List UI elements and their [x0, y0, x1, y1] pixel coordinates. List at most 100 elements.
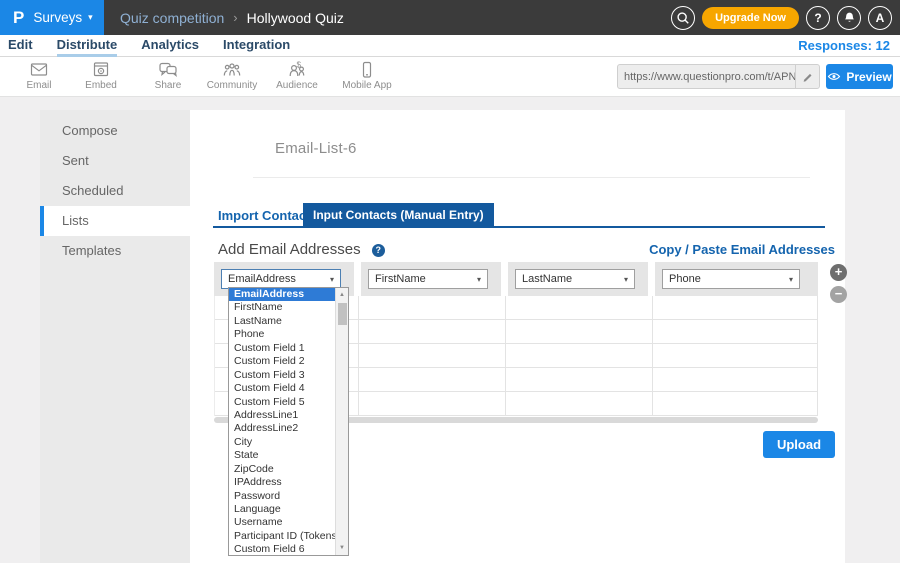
notifications-button[interactable] [837, 6, 861, 30]
add-row-button[interactable]: + [830, 264, 847, 281]
dropdown-option[interactable]: AddressLine1 [229, 409, 335, 422]
help-button[interactable]: ? [806, 6, 830, 30]
survey-url-field[interactable]: https://www.questionpro.com/t/APNrFZ [617, 64, 820, 89]
remove-row-button[interactable]: − [830, 286, 847, 303]
tool-label: Audience [276, 80, 318, 91]
dropdown-option[interactable]: Username [229, 516, 335, 529]
sidebar-item-templates[interactable]: Templates [40, 236, 190, 266]
copy-paste-email-link[interactable]: Copy / Paste Email Addresses [649, 242, 835, 257]
top-bar: P Surveys ▾ Quiz competition › Hollywood… [0, 0, 900, 35]
sidebar-item-sent[interactable]: Sent [40, 146, 190, 176]
dropdown-option[interactable]: Custom Field 5 [229, 396, 335, 409]
dropdown-option[interactable]: Custom Field 6 [229, 543, 335, 555]
dropdown-option[interactable]: Password [229, 490, 335, 503]
search-button[interactable] [671, 6, 695, 30]
dropdown-option[interactable]: Custom Field 3 [229, 369, 335, 382]
select-value: Phone [669, 273, 785, 285]
dropdown-option[interactable]: ZipCode [229, 463, 335, 476]
dropdown-option[interactable]: FirstName [229, 301, 335, 314]
column-select-email-address[interactable]: EmailAddress ▾ [221, 269, 341, 289]
dropdown-option[interactable]: Custom Field 4 [229, 382, 335, 395]
tab-input-contacts-manual[interactable]: Input Contacts (Manual Entry) [303, 203, 494, 228]
breadcrumb-parent[interactable]: Quiz competition [120, 10, 224, 26]
tool-label: Email [26, 80, 51, 91]
select-arrow-icon: ▾ [624, 275, 628, 284]
mobile-app-icon [357, 61, 377, 79]
share-icon [158, 61, 178, 79]
tool-label: Community [207, 80, 258, 91]
nav-item-distribute[interactable]: Distribute [57, 35, 118, 57]
column-gap [501, 262, 508, 296]
tool-community[interactable]: Community [201, 61, 263, 91]
product-menu[interactable]: P Surveys ▾ [0, 0, 104, 35]
nav-item-edit[interactable]: Edit [8, 35, 33, 57]
product-name: Surveys [33, 10, 82, 25]
nav-item-integration[interactable]: Integration [223, 35, 290, 57]
dropdown-option[interactable]: AddressLine2 [229, 422, 335, 435]
edit-url-button[interactable] [795, 65, 819, 88]
breadcrumb-current: Hollywood Quiz [247, 10, 344, 26]
community-icon [222, 61, 242, 79]
sidebar-item-compose[interactable]: Compose [40, 116, 190, 146]
dropdown-option[interactable]: Custom Field 1 [229, 342, 335, 355]
dropdown-option[interactable]: Participant ID (Tokens) [229, 530, 335, 543]
add-email-addresses-label: Add Email Addresses [218, 241, 361, 258]
account-avatar[interactable]: A [868, 6, 892, 30]
preview-button[interactable]: Preview [826, 64, 893, 89]
lists-panel: Email-List-6 Import Contacts Input Conta… [190, 110, 845, 563]
survey-url-text: https://www.questionpro.com/t/APNrFZ [618, 71, 795, 83]
audience-icon: $ [287, 61, 307, 79]
upload-button[interactable]: Upload [763, 431, 835, 458]
scroll-up-icon[interactable]: ▲ [336, 289, 348, 301]
breadcrumb-separator-icon: › [233, 10, 237, 25]
dropdown-option[interactable]: Language [229, 503, 335, 516]
column-select-phone[interactable]: Phone ▾ [662, 269, 800, 289]
section-title: Add Email Addresses ? [218, 241, 385, 258]
search-icon [676, 11, 690, 25]
email-sidebar: Compose Sent Scheduled Lists Templates [40, 110, 190, 563]
dropdown-scrollbar[interactable]: ▲ ▼ [335, 288, 348, 555]
select-arrow-icon: ▾ [330, 275, 334, 284]
sidebar-item-scheduled[interactable]: Scheduled [40, 176, 190, 206]
column-divider [358, 296, 359, 416]
title-divider [253, 177, 810, 178]
email-list-title[interactable]: Email-List-6 [275, 140, 357, 157]
help-icon[interactable]: ? [372, 244, 385, 257]
scrollbar-thumb[interactable] [338, 303, 347, 325]
tool-share[interactable]: Share [137, 61, 199, 91]
top-actions: Upgrade Now ? A [671, 0, 892, 35]
responses-count[interactable]: Responses: 12 [798, 35, 890, 57]
upgrade-now-button[interactable]: Upgrade Now [702, 7, 799, 29]
questionpro-logo-icon: P [13, 8, 24, 28]
dropdown-option[interactable]: Phone [229, 328, 335, 341]
field-dropdown-open: EmailAddress FirstName LastName Phone Cu… [228, 287, 349, 556]
dropdown-option[interactable]: City [229, 436, 335, 449]
column-gap [648, 262, 655, 296]
column-select-first-name[interactable]: FirstName ▾ [368, 269, 488, 289]
tab-underline [213, 226, 825, 228]
chevron-down-icon: ▾ [88, 12, 93, 23]
dropdown-option[interactable]: State [229, 449, 335, 462]
tool-audience[interactable]: $ Audience [266, 61, 328, 91]
scroll-down-icon[interactable]: ▼ [336, 542, 348, 554]
preview-label: Preview [846, 70, 891, 84]
select-arrow-icon: ▾ [477, 275, 481, 284]
select-value: LastName [522, 273, 620, 285]
tool-label: Mobile App [342, 80, 391, 91]
breadcrumb: Quiz competition › Hollywood Quiz [120, 0, 344, 35]
nav-item-analytics[interactable]: Analytics [141, 35, 199, 57]
sidebar-item-lists[interactable]: Lists [40, 206, 190, 236]
dropdown-option-selected[interactable]: EmailAddress [229, 288, 335, 301]
column-select-last-name[interactable]: LastName ▾ [515, 269, 635, 289]
dropdown-option[interactable]: Custom Field 2 [229, 355, 335, 368]
distribute-toolbar: Email Embed Share Community $ Audience M… [0, 57, 900, 97]
dropdown-option[interactable]: LastName [229, 315, 335, 328]
embed-icon [91, 61, 111, 79]
dropdown-option[interactable]: IPAddress [229, 476, 335, 489]
tool-mobile-app[interactable]: Mobile App [336, 61, 398, 91]
column-gap [354, 262, 361, 296]
tool-embed[interactable]: Embed [70, 61, 132, 91]
tool-email[interactable]: Email [8, 61, 70, 91]
select-value: FirstName [375, 273, 473, 285]
pencil-icon [802, 71, 814, 83]
